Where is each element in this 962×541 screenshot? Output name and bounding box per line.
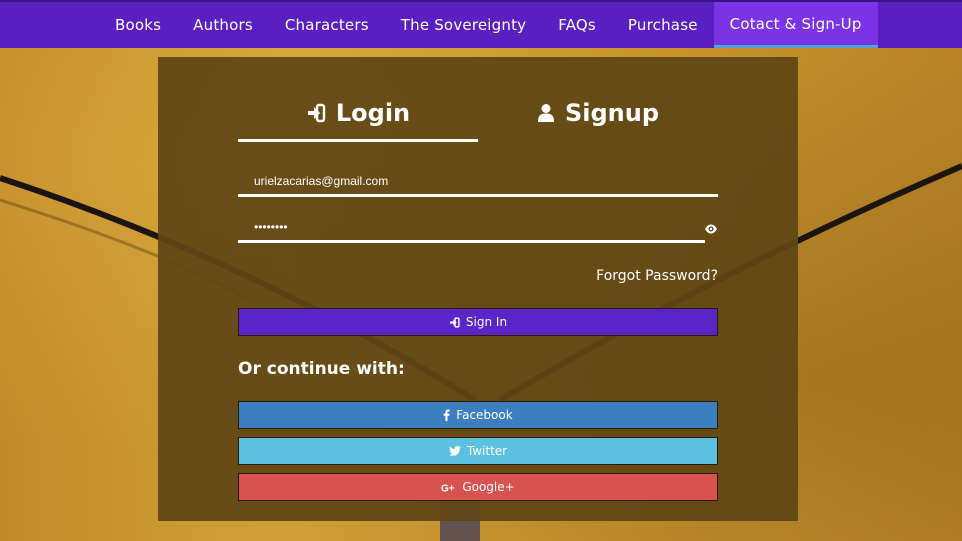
- google-plus-button-label: Google+: [462, 480, 515, 494]
- nav-item-purchase[interactable]: Purchase: [612, 2, 714, 48]
- twitter-button[interactable]: Twitter: [238, 437, 718, 465]
- tab-login[interactable]: Login: [238, 87, 478, 142]
- nav-item-the-sovereignty[interactable]: The Sovereignty: [385, 2, 543, 48]
- email-input[interactable]: [238, 167, 718, 194]
- sign-in-button-label: Sign In: [465, 315, 508, 329]
- login-panel: Login Signup Forgot Password?: [158, 57, 798, 521]
- facebook-button-label: Facebook: [456, 408, 513, 422]
- nav-item-characters[interactable]: Characters: [269, 2, 385, 48]
- twitter-icon: [448, 446, 461, 456]
- nav-item-contact-signup[interactable]: Cotact & Sign-Up: [713, 2, 878, 48]
- google-plus-button[interactable]: G+ Google+: [238, 473, 718, 501]
- password-field-wrapper: [238, 213, 705, 243]
- tab-login-label: Login: [335, 99, 411, 127]
- forgot-password-link[interactable]: Forgot Password?: [596, 268, 718, 284]
- email-field-wrapper: [238, 167, 718, 197]
- google-plus-icon: G+: [441, 482, 456, 493]
- sign-in-button[interactable]: Sign In: [238, 308, 718, 336]
- auth-tabs: Login Signup: [238, 87, 718, 142]
- eye-icon[interactable]: [704, 221, 718, 235]
- nav-item-authors[interactable]: Authors: [177, 2, 269, 48]
- tab-signup-label: Signup: [564, 99, 660, 127]
- sign-in-icon: [306, 103, 326, 123]
- password-input[interactable]: [238, 213, 705, 240]
- facebook-icon: [443, 409, 450, 421]
- nav-item-faqs[interactable]: FAQs: [542, 2, 612, 48]
- twitter-button-label: Twitter: [466, 444, 508, 458]
- svg-text:G+: G+: [441, 483, 455, 493]
- user-icon: [537, 103, 555, 123]
- nav-list: Books Authors Characters The Sovereignty…: [99, 2, 878, 48]
- sign-in-icon: [449, 316, 460, 328]
- tab-signup[interactable]: Signup: [478, 87, 718, 139]
- continue-with-label: Or continue with:: [238, 359, 405, 379]
- top-navbar: Books Authors Characters The Sovereignty…: [0, 0, 962, 48]
- facebook-button[interactable]: Facebook: [238, 401, 718, 429]
- nav-item-books[interactable]: Books: [99, 2, 177, 48]
